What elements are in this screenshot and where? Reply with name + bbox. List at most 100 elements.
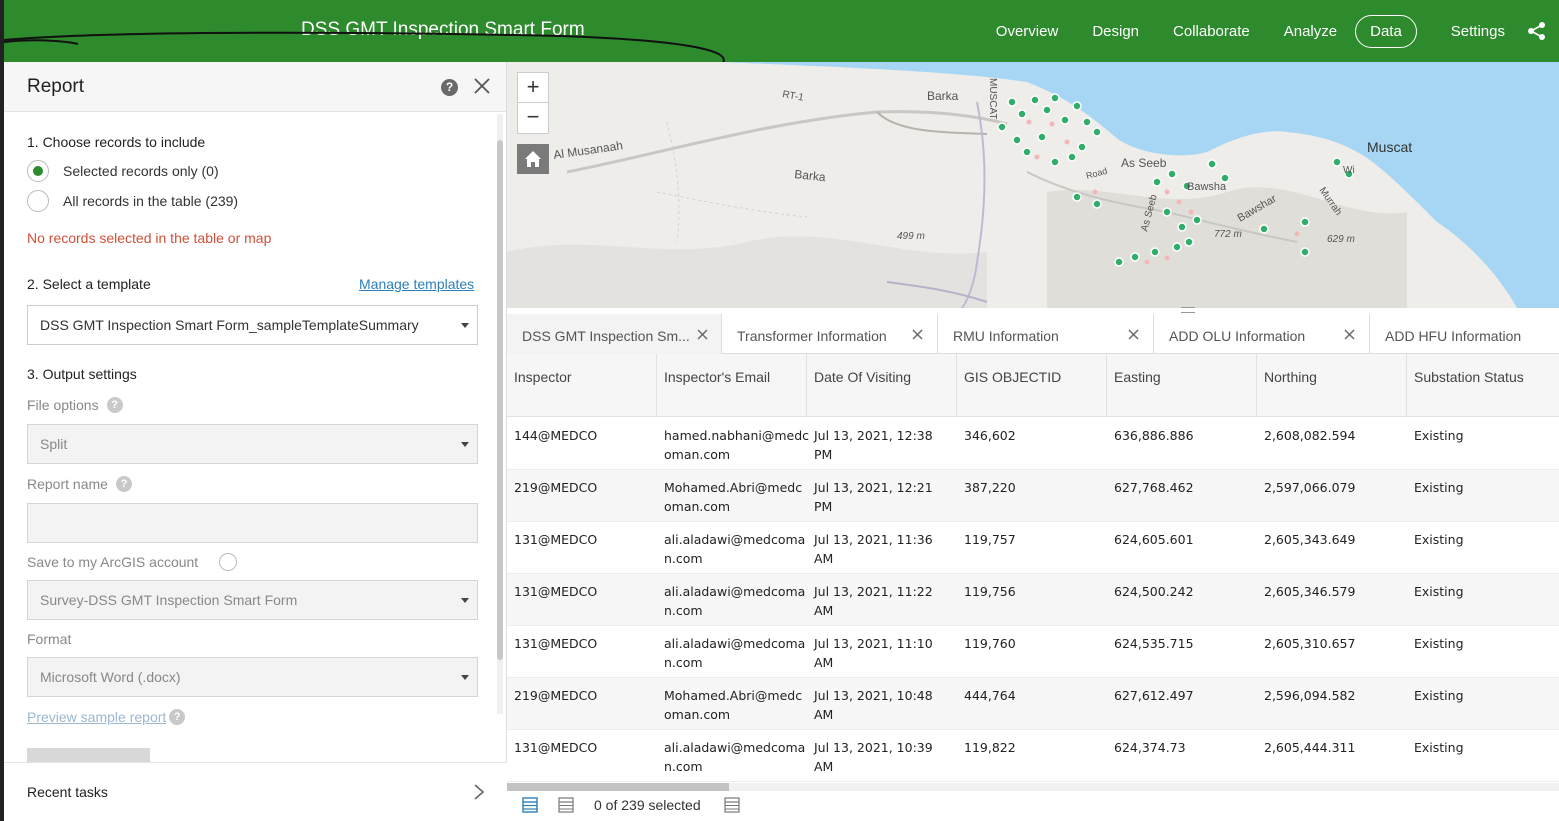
tab-add-hfu[interactable]: ADD HFU Information — [1370, 314, 1559, 354]
table-scrollbar-thumb[interactable] — [507, 783, 729, 791]
table-row[interactable]: 131@MEDCO ali.aladawi@medcoma n.com Jul 13,… — [507, 522, 1559, 574]
map-label: 772 m — [1214, 229, 1242, 240]
column-header-objectid[interactable]: GIS OBJECTID — [957, 354, 1107, 417]
nav-tab-collaborate[interactable]: Collaborate — [1173, 16, 1250, 47]
cell-easting-text: 624,605.601 — [1114, 532, 1194, 547]
zoom-out-button[interactable]: − — [518, 103, 548, 133]
format-text: Format — [27, 631, 72, 647]
nav-tab-analyze[interactable]: Analyze — [1284, 16, 1337, 47]
map-canvas[interactable]: Barka Al Musanaah Barka RT-1 MUSCAT As S… — [507, 62, 1559, 308]
cell-objectid-text: 119,756 — [964, 584, 1016, 599]
nav-tab-overview[interactable]: Overview — [996, 16, 1059, 47]
recent-tasks-row[interactable]: Recent tasks — [4, 762, 507, 821]
home-icon — [525, 151, 541, 167]
manage-templates-text[interactable]: Manage templates — [359, 276, 474, 292]
column-header-status[interactable]: Substation Status — [1407, 354, 1559, 417]
cell-objectid: 444,764 — [964, 686, 1016, 705]
radio-button-on[interactable] — [27, 160, 49, 182]
tab-transformer[interactable]: Transformer Information — [722, 314, 938, 354]
close-icon[interactable] — [1128, 329, 1139, 340]
radio-button-off[interactable] — [27, 190, 49, 212]
preview-sample-link[interactable]: Preview sample report — [27, 709, 166, 725]
manage-templates-link[interactable]: Manage templates — [359, 276, 474, 294]
table-view-icon[interactable] — [522, 797, 538, 813]
cell-northing-text: 2,605,310.657 — [1264, 636, 1356, 651]
tab-add-olu[interactable]: ADD OLU Information — [1154, 314, 1370, 354]
cell-status-text: Existing — [1414, 532, 1464, 547]
report-name-input[interactable] — [27, 503, 478, 543]
tab-rmu[interactable]: RMU Information — [938, 314, 1154, 354]
cell-easting: 627,768.462 — [1114, 478, 1194, 497]
chevron-down-icon — [461, 323, 469, 328]
help-icon[interactable]: ? — [441, 79, 458, 96]
column-header-easting[interactable]: Easting — [1107, 354, 1257, 417]
cell-northing-text: 2,605,444.311 — [1264, 740, 1356, 755]
chevron-right-icon[interactable] — [472, 783, 486, 801]
cell-inspector-text: 131@MEDCO — [514, 584, 598, 599]
radio-selected-records[interactable]: Selected records only (0) — [27, 160, 219, 182]
radio-all-records[interactable]: All records in the table (239) — [27, 190, 238, 212]
cell-status: Existing — [1414, 426, 1464, 445]
zoom-in-button[interactable]: + — [518, 73, 548, 103]
cell-objectid: 387,220 — [964, 478, 1016, 497]
cell-objectid-text: 444,764 — [964, 688, 1016, 703]
column-header-inspector[interactable]: Inspector — [507, 354, 657, 417]
cell-date: Jul 13, 2021, 10:48 AM — [814, 686, 933, 724]
generate-report-button[interactable] — [27, 748, 150, 762]
tab-label: RMU Information — [953, 328, 1059, 344]
table-row[interactable]: 131@MEDCO ali.aladawi@medcoma n.com Jul 13,… — [507, 730, 1559, 782]
close-icon[interactable] — [912, 329, 923, 340]
cell-northing: 2,605,444.311 — [1264, 738, 1355, 757]
no-records-warning: No records selected in the table or map — [27, 230, 272, 246]
show-selected-icon[interactable] — [558, 797, 574, 813]
save-account-text: Save to my ArcGIS account — [27, 554, 199, 570]
cell-date-text: AM — [814, 707, 834, 722]
cell-northing: 2,596,094.582 — [1264, 686, 1355, 705]
cell-inspector: 219@MEDCO — [514, 686, 597, 705]
map-label: As Seeb — [1121, 156, 1167, 170]
cell-email-text: oman.com — [664, 499, 731, 514]
table-row[interactable]: 219@MEDCO Mohamed.Abri@medc oman.com Jul 13… — [507, 678, 1559, 730]
cell-objectid: 119,822 — [964, 738, 1016, 757]
column-header-email[interactable]: Inspector's Email — [657, 354, 807, 417]
table-row[interactable]: 131@MEDCO ali.aladawi@medcoma n.com Jul 13,… — [507, 626, 1559, 678]
table-options-icon[interactable] — [724, 797, 740, 813]
table-row[interactable]: 131@MEDCO ali.aladawi@medcoma n.com Jul 13,… — [507, 574, 1559, 626]
close-icon[interactable] — [1344, 329, 1355, 340]
help-icon[interactable]: ? — [115, 476, 132, 492]
table-row[interactable]: 219@MEDCO Mohamed.Abri@medc oman.com Jul 13… — [507, 470, 1559, 522]
save-account-toggle[interactable] — [210, 553, 238, 571]
help-icon[interactable]: ? — [169, 709, 186, 725]
column-header-northing[interactable]: Northing — [1257, 354, 1407, 417]
panel-scrollbar-thumb[interactable] — [497, 140, 503, 660]
map-label: Bawsha — [1187, 181, 1227, 193]
table-row[interactable]: 144@MEDCO hamed.nabhani@medc oman.com Jul 1… — [507, 418, 1559, 470]
column-header-date[interactable]: Date Of Visiting — [807, 354, 957, 417]
top-nav: Overview Design Collaborate Analyze Data… — [962, 0, 1559, 62]
nav-tab-data[interactable]: Data — [1355, 14, 1417, 48]
template-select[interactable]: DSS GMT Inspection Smart Form_sampleTemp… — [27, 305, 478, 345]
close-icon[interactable] — [697, 329, 708, 340]
home-button[interactable] — [517, 144, 549, 174]
share-icon[interactable] — [1527, 21, 1547, 41]
table-horizontal-scrollbar[interactable] — [507, 783, 1559, 791]
map-view[interactable]: Barka Al Musanaah Barka RT-1 MUSCAT As S… — [507, 62, 1559, 308]
nav-tab-design[interactable]: Design — [1092, 16, 1139, 47]
resize-handle[interactable] — [1181, 307, 1195, 313]
tab-label: ADD HFU Information — [1385, 328, 1522, 344]
file-options-select[interactable]: Split — [27, 424, 478, 464]
help-icon[interactable]: ? — [106, 397, 123, 413]
section-select-template: 2. Select a template — [27, 276, 151, 292]
cell-date-text: AM — [814, 603, 834, 618]
report-name-label: Report name ? — [27, 476, 132, 492]
table-header: Inspector Inspector's Email Date Of Visi… — [507, 354, 1559, 417]
tab-dss-gmt[interactable]: DSS GMT Inspection Sm... — [507, 314, 722, 354]
close-icon[interactable] — [471, 75, 493, 97]
survey-select[interactable]: Survey-DSS GMT Inspection Smart Form — [27, 580, 478, 620]
map-label: Road — [1085, 166, 1108, 181]
cell-email: ali.aladawi@medcoma n.com — [664, 530, 805, 568]
cell-inspector-text: 131@MEDCO — [514, 636, 598, 651]
format-select[interactable]: Microsoft Word (.docx) — [27, 657, 478, 697]
app-window: DSS GMT Inspection Smart Form Overview D… — [0, 0, 1559, 821]
nav-tab-settings[interactable]: Settings — [1451, 16, 1505, 47]
